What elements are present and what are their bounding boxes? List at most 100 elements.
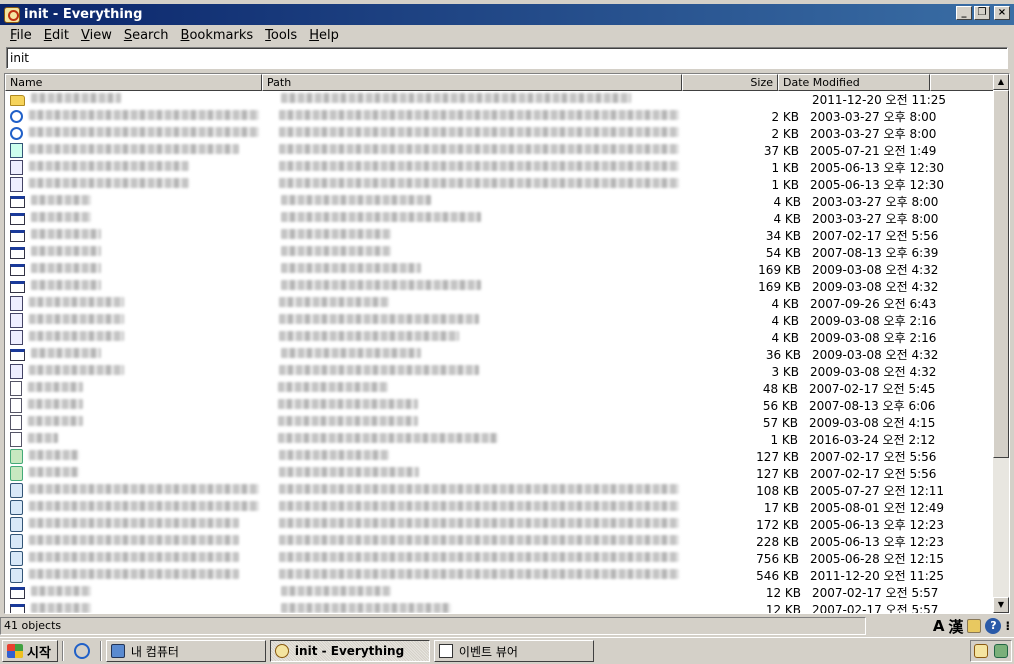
redacted-blur	[278, 382, 388, 392]
task-everything[interactable]: init - Everything	[269, 640, 430, 662]
table-row[interactable]: 1 KB 2016-03-24 오전 2:12	[5, 431, 995, 448]
table-row[interactable]: 12 KB 2007-02-17 오전 5:57	[5, 601, 995, 613]
redacted-blur	[281, 348, 421, 358]
menu-file[interactable]: File	[4, 28, 38, 43]
file-size: 2 KB	[771, 109, 799, 124]
table-row[interactable]: 1 KB 2005-06-13 오후 12:30	[5, 159, 995, 176]
file-size: 127 KB	[756, 466, 799, 481]
table-row[interactable]: 57 KB 2009-03-08 오전 4:15	[5, 414, 995, 431]
date-modified: 2003-03-27 오후 8:00	[810, 127, 937, 141]
everything-tray-icon[interactable]	[974, 644, 988, 658]
file-size: 3 KB	[771, 364, 799, 379]
scroll-thumb[interactable]	[993, 90, 1009, 458]
redacted-blur	[31, 212, 91, 222]
redacted-blur	[279, 467, 419, 477]
table-row[interactable]: 108 KB 2005-07-27 오전 12:11	[5, 482, 995, 499]
calc-file-icon	[10, 296, 23, 311]
title-bar[interactable]: init - Everything _ ❐ ×	[0, 4, 1014, 25]
file-size: 108 KB	[756, 483, 799, 498]
redacted-blur	[281, 603, 451, 613]
table-row[interactable]: 172 KB 2005-06-13 오후 12:23	[5, 516, 995, 533]
table-row[interactable]: 2 KB 2003-03-27 오후 8:00	[5, 108, 995, 125]
table-row[interactable]: 36 KB 2009-03-08 오전 4:32	[5, 346, 995, 363]
table-row[interactable]: 4 KB 2007-09-26 오전 6:43	[5, 295, 995, 312]
menu-help[interactable]: Help	[303, 28, 345, 43]
start-button[interactable]: 시작	[2, 640, 58, 662]
close-button[interactable]: ×	[994, 6, 1010, 20]
redacted-blur	[29, 365, 124, 375]
everything-app-icon[interactable]	[4, 6, 20, 23]
file-size: 127 KB	[756, 449, 799, 464]
date-modified: 2003-03-27 오후 8:00	[810, 110, 937, 124]
task-event-viewer[interactable]: 이벤트 뷰어	[433, 640, 594, 662]
ime-help-icon[interactable]: ?	[985, 618, 1002, 634]
file-path-redacted	[281, 263, 691, 276]
table-row[interactable]: 54 KB 2007-08-13 오후 6:39	[5, 244, 995, 261]
date-modified: 2005-07-27 오전 12:11	[810, 484, 945, 498]
column-header-size[interactable]: Size	[682, 74, 778, 91]
table-row[interactable]: 127 KB 2007-02-17 오전 5:56	[5, 465, 995, 482]
table-row[interactable]: 48 KB 2007-02-17 오전 5:45	[5, 380, 995, 397]
file-path-redacted	[279, 110, 689, 123]
table-row[interactable]: 34 KB 2007-02-17 오전 5:56	[5, 227, 995, 244]
table-row[interactable]: 2 KB 2003-03-27 오후 8:00	[5, 125, 995, 142]
vertical-scrollbar[interactable]: ▲ ▼	[993, 74, 1009, 613]
table-row[interactable]: 4 KB 2009-03-08 오후 2:16	[5, 329, 995, 346]
date-modified: 2011-12-20 오전 11:25	[812, 93, 947, 107]
column-header-date-modified[interactable]: Date Modified	[778, 74, 930, 91]
column-header-name[interactable]: Name	[5, 74, 262, 91]
date-modified: 2007-02-17 오전 5:57	[812, 586, 939, 600]
table-row[interactable]: 169 KB 2009-03-08 오전 4:32	[5, 278, 995, 295]
menu-view[interactable]: View	[75, 28, 118, 43]
menu-edit[interactable]: Edit	[38, 28, 75, 43]
table-row[interactable]: 56 KB 2007-08-13 오후 6:06	[5, 397, 995, 414]
menu-label-rest: elp	[318, 27, 339, 43]
date-modified: 2009-03-08 오전 4:32	[810, 365, 937, 379]
redacted-blur	[279, 110, 679, 120]
restore-button[interactable]: ❐	[974, 6, 990, 20]
table-row[interactable]: 127 KB 2007-02-17 오전 5:56	[5, 448, 995, 465]
table-row[interactable]: 228 KB 2005-06-13 오후 12:23	[5, 533, 995, 550]
table-row[interactable]: 12 KB 2007-02-17 오전 5:57	[5, 584, 995, 601]
gear-file-icon	[10, 568, 23, 583]
search-box[interactable]	[6, 47, 1008, 69]
ime-hanja-mode[interactable]: 漢	[948, 616, 963, 637]
file-path-redacted	[279, 127, 689, 140]
table-row[interactable]: 1 KB 2005-06-13 오후 12:30	[5, 176, 995, 193]
ime-menu-icon[interactable]: ⁝	[1005, 619, 1010, 633]
file-name-redacted	[31, 280, 271, 293]
search-input[interactable]	[7, 48, 1007, 68]
ime-tool-icon[interactable]	[967, 619, 982, 633]
table-row[interactable]: 37 KB 2005-07-21 오전 1:49	[5, 142, 995, 159]
table-row[interactable]: 3 KB 2009-03-08 오전 4:32	[5, 363, 995, 380]
file-path-redacted	[281, 246, 691, 259]
redacted-blur	[31, 586, 91, 596]
gear-file-icon	[10, 500, 23, 515]
table-row[interactable]: 169 KB 2009-03-08 오전 4:32	[5, 261, 995, 278]
menu-bookmarks[interactable]: Bookmarks	[175, 28, 260, 43]
file-path-redacted	[279, 144, 689, 157]
table-row[interactable]: 17 KB 2005-08-01 오전 12:49	[5, 499, 995, 516]
internet-explorer-quicklaunch-icon[interactable]	[73, 643, 90, 659]
table-row[interactable]: 4 KB 2009-03-08 오후 2:16	[5, 312, 995, 329]
redacted-blur	[29, 161, 189, 171]
script-file-icon	[10, 398, 22, 413]
column-header-path[interactable]: Path	[262, 74, 682, 91]
menu-search[interactable]: Search	[118, 28, 175, 43]
task-my-computer[interactable]: 내 컴퓨터	[105, 640, 266, 662]
results-list[interactable]: Name Path Size Date Modified 2011-12-20 …	[4, 73, 1010, 614]
ime-alpha-mode[interactable]: A	[933, 617, 945, 635]
scroll-down-button[interactable]: ▼	[993, 597, 1009, 613]
minimize-button[interactable]: _	[956, 6, 972, 20]
table-row[interactable]: 756 KB 2005-06-28 오전 12:15	[5, 550, 995, 567]
scroll-up-button[interactable]: ▲	[993, 74, 1009, 90]
menu-tools[interactable]: Tools	[259, 28, 303, 43]
table-row[interactable]: 4 KB 2003-03-27 오후 8:00	[5, 210, 995, 227]
table-row[interactable]: 546 KB 2011-12-20 오전 11:25	[5, 567, 995, 584]
redacted-blur	[279, 144, 679, 154]
table-row[interactable]: 2011-12-20 오전 11:25	[5, 91, 995, 108]
config-file-icon	[10, 177, 23, 192]
redacted-blur	[279, 331, 459, 341]
network-tray-icon[interactable]	[994, 644, 1008, 658]
table-row[interactable]: 4 KB 2003-03-27 오후 8:00	[5, 193, 995, 210]
